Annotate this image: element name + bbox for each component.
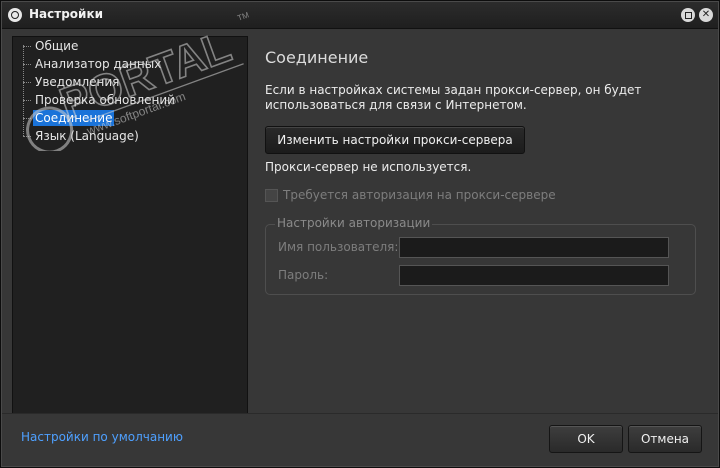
proxy-auth-checkbox[interactable]	[265, 189, 278, 202]
title-bar[interactable]: Настройки ✕	[2, 2, 718, 29]
auth-settings-group: Настройки авторизации Имя пользователя: …	[265, 216, 696, 295]
close-icon: ✕	[701, 9, 711, 20]
page-title: Соединение	[265, 48, 369, 67]
sidebar-item-general[interactable]: Общие	[33, 38, 80, 54]
username-label: Имя пользователя:	[278, 240, 399, 254]
maximize-button[interactable]	[681, 8, 695, 22]
proxy-status-text: Прокси-сервер не используется.	[265, 160, 472, 174]
settings-window: Настройки ✕ Общие Анализатор данных Увед…	[0, 0, 720, 468]
auth-group-title: Настройки авторизации	[275, 216, 433, 230]
footer-divider	[2, 413, 718, 414]
tree-connector	[23, 45, 24, 136]
connection-description: Если в настройках системы задан прокси-с…	[265, 83, 642, 112]
sidebar-item-connection[interactable]: Соединение	[33, 110, 115, 126]
restore-defaults-link[interactable]: Настройки по умолчанию	[21, 430, 183, 444]
sidebar-item-notifications[interactable]: Уведомления	[33, 74, 121, 90]
password-field[interactable]	[399, 265, 669, 286]
settings-category-tree: Общие Анализатор данных Уведомления Пров…	[12, 36, 248, 414]
ok-button[interactable]: OK	[549, 425, 623, 453]
settings-content: Соединение Если в настройках системы зад…	[247, 29, 719, 413]
cancel-button[interactable]: Отмена	[628, 425, 702, 453]
change-proxy-settings-button[interactable]: Изменить настройки прокси-сервера	[265, 126, 525, 154]
sidebar-item-language[interactable]: Язык (Language)	[33, 128, 141, 144]
close-button[interactable]: ✕	[699, 8, 713, 22]
sidebar-item-update-check[interactable]: Проверка обновлений	[33, 92, 177, 108]
app-logo-icon	[8, 8, 22, 22]
window-title: Настройки	[29, 7, 104, 21]
proxy-auth-label: Требуется авторизация на прокси-сервере	[283, 188, 556, 202]
username-field[interactable]	[399, 237, 669, 258]
password-label: Пароль:	[278, 268, 329, 282]
sidebar-item-data-analyzer[interactable]: Анализатор данных	[33, 56, 163, 72]
